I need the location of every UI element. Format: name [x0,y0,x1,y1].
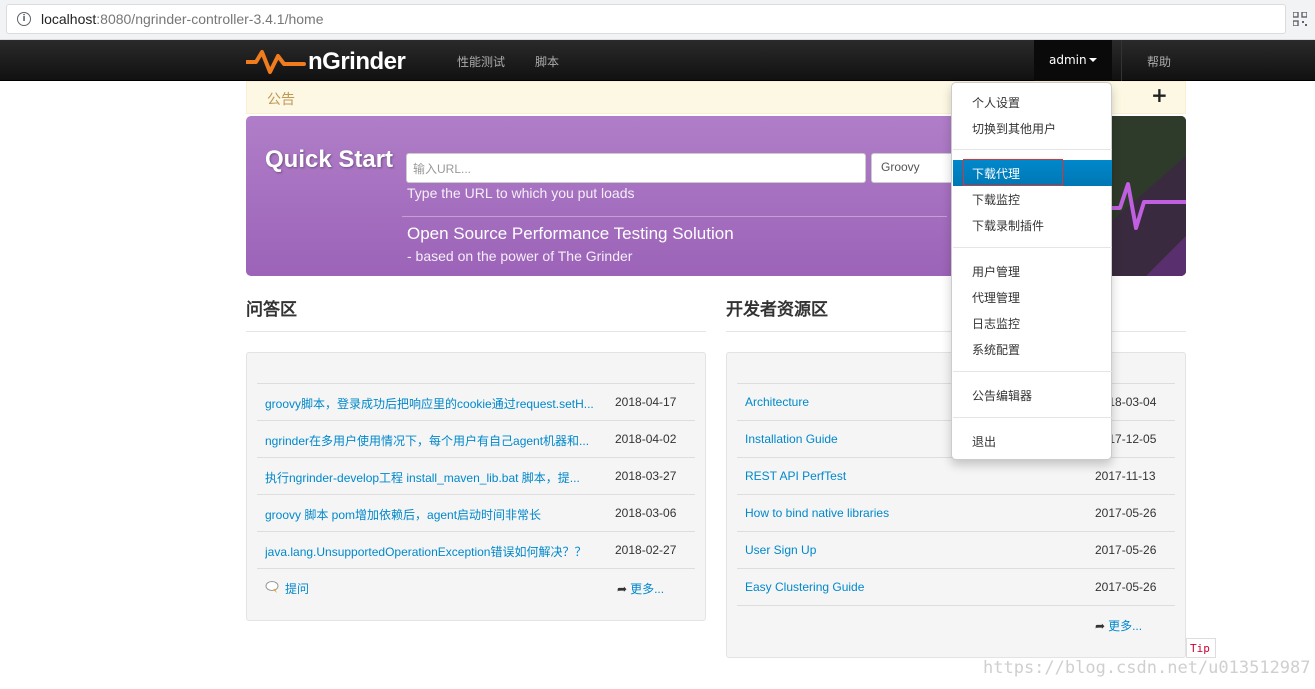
qa-item-title[interactable]: 执行ngrinder-develop工程 install_maven_lib.b… [265,469,605,486]
menu-item-system-config[interactable]: 系统配置 [953,336,1112,362]
qa-section-title: 问答区 [246,300,297,320]
url-host: localhost [41,11,97,27]
menu-divider [953,247,1112,248]
qa-item-date: 2018-03-27 [615,469,677,483]
dev-footer-row: ➦ 更多... [737,605,1175,642]
admin-dropdown-menu: 个人设置 切换到其他用户 下载代理 下载监控 下载录制插件 用户管理 代理管理 … [951,82,1112,460]
qa-more-label: 更多... [630,582,665,596]
qr-code-icon[interactable] [1293,12,1307,26]
script-language-select[interactable]: Groovy [871,153,961,183]
share-arrow-icon: ➦ [617,582,628,596]
url-input[interactable]: 输入URL... [406,153,866,183]
quick-start-tagline: - based on the power of The Grinder [407,248,633,264]
qa-item-title[interactable]: ngrinder在多用户使用情况下，每个用户有自己agent机器和... [265,432,605,449]
ngrinder-logo-icon[interactable] [246,46,306,76]
menu-item-user-management[interactable]: 用户管理 [953,258,1112,284]
logo-text[interactable]: nGrinder [308,48,406,76]
table-row[interactable]: groovy脚本，登录成功后把响应里的cookie通过request.setH.… [257,383,695,420]
share-arrow-icon: ➦ [1095,619,1106,633]
dev-more-label: 更多... [1108,619,1143,633]
top-navbar: nGrinder 性能测试 脚本 admin 帮助 [0,40,1315,81]
menu-item-logout[interactable]: 退出 [953,428,1112,454]
url-text[interactable]: localhost:8080/ngrinder-controller-3.4.1… [41,11,324,27]
url-path: :8080/ngrinder-controller-3.4.1/home [96,11,324,27]
qa-item-title[interactable]: java.lang.UnsupportedOperationException错… [265,543,605,560]
menu-divider [953,371,1112,372]
dev-more-link[interactable]: ➦ 更多... [1095,617,1142,634]
notice-title[interactable]: 公告 [267,89,295,109]
pulse-graphic-icon [1106,116,1186,276]
nav-divider [1121,40,1122,81]
dev-item-date: 2017-05-26 [1095,543,1157,557]
quick-start-hint: Type the URL to which you put loads [407,185,635,201]
dev-item-title[interactable]: Easy Clustering Guide [745,580,1075,594]
qa-item-title[interactable]: groovy脚本，登录成功后把响应里的cookie通过request.setH.… [265,395,605,412]
table-row[interactable]: java.lang.UnsupportedOperationException错… [257,531,695,568]
table-row[interactable]: How to bind native libraries 2017-05-26 [737,494,1175,531]
nav-item-script[interactable]: 脚本 [535,53,559,70]
menu-item-agent-management[interactable]: 代理管理 [953,284,1112,310]
nav-item-help[interactable]: 帮助 [1147,53,1171,70]
menu-item-personal-settings[interactable]: 个人设置 [953,89,1112,115]
menu-item-download-recorder[interactable]: 下载录制插件 [953,212,1112,238]
table-row[interactable]: groovy 脚本 pom增加依赖后，agent启动时间非常长 2018-03-… [257,494,695,531]
menu-item-log-monitor[interactable]: 日志监控 [953,310,1112,336]
qa-item-date: 2018-02-27 [615,543,677,557]
quick-start-divider [402,216,947,217]
highlight-box [963,159,1063,186]
table-row[interactable]: User Sign Up 2017-05-26 [737,531,1175,568]
dev-item-date: 2017-11-13 [1095,469,1156,483]
qa-footer-row: 提问 ➦ 更多... [257,568,695,605]
qa-section-rule [246,331,706,332]
qa-more-link[interactable]: ➦ 更多... [617,580,664,597]
admin-menu-toggle[interactable]: admin [1034,40,1112,81]
qa-item-date: 2018-03-06 [615,506,677,520]
dev-section-title: 开发者资源区 [726,300,828,320]
url-field[interactable]: i localhost:8080/ngrinder-controller-3.4… [6,4,1286,34]
qa-item-title[interactable]: groovy 脚本 pom增加依赖后，agent启动时间非常长 [265,506,605,523]
speech-bubble-icon [265,581,279,593]
table-row[interactable]: ngrinder在多用户使用情况下，每个用户有自己agent机器和... 201… [257,420,695,457]
menu-item-notice-editor[interactable]: 公告编辑器 [953,382,1112,408]
qa-item-date: 2018-04-02 [615,432,677,446]
qa-panel: groovy脚本，登录成功后把响应里的cookie通过request.setH.… [246,352,706,621]
info-icon[interactable]: i [17,12,31,26]
dev-item-title[interactable]: How to bind native libraries [745,506,1075,520]
table-row[interactable]: REST API PerfTest 2017-11-13 [737,457,1175,494]
menu-divider [953,149,1112,150]
menu-divider [953,417,1112,418]
menu-item-switch-user[interactable]: 切换到其他用户 [953,115,1112,141]
watermark: https://blog.csdn.net/u013512987 [983,658,1311,678]
dev-item-title[interactable]: REST API PerfTest [745,469,1075,483]
caret-down-icon [1089,58,1097,62]
dev-item-date: 2017-05-26 [1095,580,1157,594]
menu-item-download-agent[interactable]: 下载代理 [953,159,1112,186]
table-row[interactable]: Easy Clustering Guide 2017-05-26 [737,568,1175,605]
qa-item-date: 2018-04-17 [615,395,677,409]
quick-start-subtitle: Open Source Performance Testing Solution [407,224,734,243]
nav-item-perftest[interactable]: 性能测试 [457,53,505,70]
admin-username: admin [1049,53,1087,67]
quick-start-title: Quick Start [265,146,394,173]
dev-item-date: 2017-05-26 [1095,506,1157,520]
plus-icon[interactable]: + [1151,83,1168,107]
ask-question-link[interactable]: 提问 [285,580,309,597]
browser-address-bar: i localhost:8080/ngrinder-controller-3.4… [0,0,1315,40]
tip-badge[interactable]: Tip [1186,638,1216,658]
dev-item-title[interactable]: User Sign Up [745,543,1075,557]
table-row[interactable]: 执行ngrinder-develop工程 install_maven_lib.b… [257,457,695,494]
menu-item-download-monitor[interactable]: 下载监控 [953,186,1112,212]
